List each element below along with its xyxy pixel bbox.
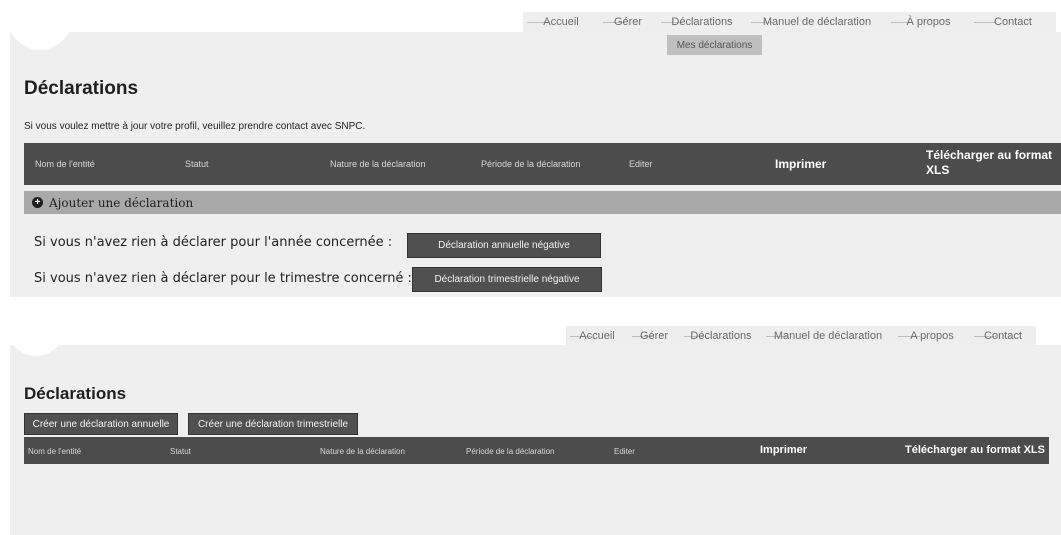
quarter-negative-text: Si vous n'avez rien à déclarer pour le t… (34, 271, 412, 286)
nav-declarations-2[interactable]: Déclarations (680, 326, 762, 345)
page-title-2: Déclarations (24, 384, 127, 403)
col-editer-2: Editer (614, 447, 635, 456)
nav-a-propos-2[interactable]: A propos (894, 326, 970, 345)
nav-manuel-2[interactable]: Manuel de déclaration (762, 326, 894, 345)
nav-accueil[interactable]: Accueil (523, 12, 599, 32)
create-annual-button[interactable]: Créer une déclaration annuelle (24, 413, 178, 435)
nav-manuel[interactable]: Manuel de déclaration (747, 12, 887, 32)
col-imprimer-2: Imprimer (760, 444, 808, 456)
col-nature: Nature de la déclaration (330, 159, 426, 169)
col-imprimer: Imprimer (775, 157, 827, 171)
nav-contact[interactable]: Contact (970, 12, 1056, 32)
bottom-nav: Accueil Gérer Déclarations Manuel de déc… (566, 326, 1036, 345)
page-title: Déclarations (24, 78, 139, 99)
subnav-mes-declarations[interactable]: Mes déclarations (667, 35, 762, 55)
logo-2 (8, 300, 64, 356)
col-statut-2: Statut (170, 447, 191, 456)
top-nav: Accueil Gérer Déclarations Manuel de déc… (523, 12, 1056, 32)
declarations-table-header-2: Nom de l'entité Statut Nature de la décl… (24, 437, 1049, 464)
col-telecharger-xls: Télécharger au format XLS (926, 148, 1053, 177)
create-quarter-button[interactable]: Créer une déclaration trimestrielle (188, 413, 358, 435)
profile-info-text: Si vous voulez mettre à jour votre profi… (24, 121, 366, 132)
col-telecharger-xls-2: Télécharger au format XLS (905, 444, 1045, 456)
plus-circle-icon: + (32, 197, 43, 208)
nav-gerer-2[interactable]: Gérer (628, 326, 680, 345)
col-nom-entite-2: Nom de l'entité (28, 447, 82, 456)
nav-a-propos[interactable]: À propos (887, 12, 970, 32)
annual-negative-text: Si vous n'avez rien à déclarer pour l'an… (34, 235, 393, 250)
col-periode-2: Période de la déclaration (466, 447, 555, 456)
declarations-table-header: Nom de l'entité Statut Nature de la décl… (24, 143, 1061, 185)
col-statut: Statut (185, 159, 209, 169)
quarter-negative-button[interactable]: Déclaration trimestrielle négative (412, 267, 602, 292)
nav-accueil-2[interactable]: Accueil (566, 326, 628, 345)
nav-declarations[interactable]: Déclarations (657, 12, 747, 32)
col-nature-2: Nature de la déclaration (320, 447, 405, 456)
col-nom-entite: Nom de l'entité (35, 159, 95, 169)
add-declaration-row[interactable]: + Ajouter une déclaration (24, 191, 1061, 214)
col-periode: Période de la déclaration (481, 159, 581, 169)
nav-gerer[interactable]: Gérer (599, 12, 657, 32)
annual-negative-button[interactable]: Déclaration annuelle négative (407, 233, 601, 258)
col-editer: Editer (629, 159, 653, 169)
add-declaration-label: Ajouter une déclaration (49, 195, 194, 210)
nav-contact-2[interactable]: Contact (970, 326, 1036, 345)
